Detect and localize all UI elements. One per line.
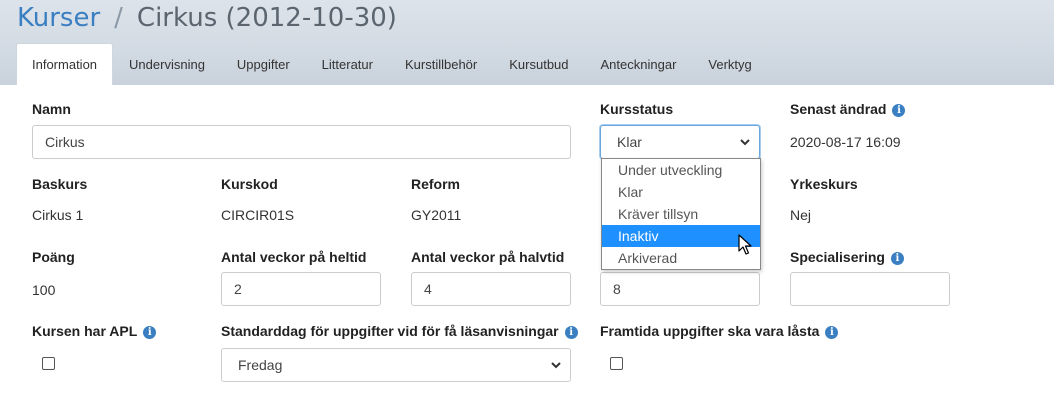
reform-value: GY2011 — [411, 207, 462, 223]
specialisering-label: Specialisering i — [790, 249, 904, 265]
apl-label-text: Kursen har APL — [32, 323, 138, 339]
kurskod-value: CIRCIR01S — [221, 207, 295, 223]
info-icon[interactable]: i — [890, 252, 904, 265]
yrkeskurs-value: Nej — [790, 207, 812, 223]
namn-input[interactable] — [32, 125, 571, 159]
page-title: Cirkus (2012-10-30) — [136, 3, 397, 33]
apl-label: Kursen har APL i — [32, 323, 157, 339]
tab-kursutbud[interactable]: Kursutbud — [493, 43, 584, 85]
option-kraver-tillsyn[interactable]: Kräver tillsyn — [602, 203, 760, 225]
page-header: Kurser / Cirkus (2012-10-30) Information… — [0, 0, 1054, 85]
info-icon[interactable]: i — [825, 326, 839, 339]
standarddag-label: Standarddag för uppgifter vid för få läs… — [221, 323, 578, 339]
apl-checkbox[interactable] — [42, 357, 55, 370]
reform-label: Reform — [411, 176, 461, 192]
specialisering-input[interactable] — [790, 272, 950, 306]
tab-litteratur[interactable]: Litteratur — [306, 43, 389, 85]
chevron-down-icon — [740, 139, 750, 146]
veckor-halvtid-label: Antal veckor på halvtid — [411, 249, 565, 265]
specialisering-label-text: Specialisering — [790, 249, 885, 265]
yrkeskurs-label: Yrkeskurs — [790, 176, 858, 192]
framtida-label: Framtida uppgifter ska vara låsta i — [600, 323, 839, 339]
breadcrumb: Kurser / Cirkus (2012-10-30) — [17, 0, 397, 36]
kursstatus-select[interactable]: Klar — [600, 125, 760, 159]
breadcrumb-separator: / — [114, 3, 123, 33]
kurskod-label: Kurskod — [221, 176, 278, 192]
tab-uppgifter[interactable]: Uppgifter — [221, 43, 306, 85]
baskurs-value: Cirkus 1 — [32, 207, 84, 223]
veckor-halvtid-input[interactable] — [411, 272, 571, 306]
standarddag-select[interactable]: Fredag — [221, 348, 571, 382]
info-icon[interactable]: i — [892, 104, 906, 117]
option-arkiverad[interactable]: Arkiverad — [602, 247, 760, 269]
baskurs-label: Baskurs — [32, 176, 88, 192]
tab-anteckningar[interactable]: Anteckningar — [585, 43, 693, 85]
option-klar[interactable]: Klar — [602, 181, 760, 203]
partially-hidden-input[interactable] — [600, 272, 760, 306]
senast-andrad-label: Senast ändrad i — [790, 101, 906, 117]
option-under-utveckling[interactable]: Under utveckling — [602, 159, 760, 181]
standarddag-label-text: Standarddag för uppgifter vid för få läs… — [221, 323, 559, 339]
veckor-heltid-label: Antal veckor på heltid — [221, 249, 367, 265]
chevron-down-icon — [551, 362, 561, 369]
option-inaktiv[interactable]: Inaktiv — [602, 225, 760, 247]
poang-value: 100 — [32, 282, 56, 298]
tab-bar: Information Undervisning Uppgifter Litte… — [16, 43, 768, 85]
framtida-checkbox[interactable] — [610, 357, 623, 370]
framtida-label-text: Framtida uppgifter ska vara låsta — [600, 323, 820, 339]
poang-label: Poäng — [32, 249, 75, 265]
namn-label: Namn — [32, 101, 71, 117]
breadcrumb-link-kurser[interactable]: Kurser — [17, 3, 100, 33]
kursstatus-dropdown-list: Under utveckling Klar Kräver tillsyn Ina… — [601, 158, 761, 270]
senast-andrad-value: 2020-08-17 16:09 — [790, 134, 901, 150]
standarddag-selected-value: Fredag — [238, 357, 283, 373]
tab-kurstillbehor[interactable]: Kurstillbehör — [389, 43, 493, 85]
tab-verktyg[interactable]: Verktyg — [692, 43, 767, 85]
tab-undervisning[interactable]: Undervisning — [113, 43, 221, 85]
mouse-pointer-icon — [738, 234, 752, 255]
kursstatus-selected-value: Klar — [617, 134, 642, 150]
senast-andrad-label-text: Senast ändrad — [790, 101, 887, 117]
tab-information[interactable]: Information — [16, 43, 114, 85]
veckor-heltid-input[interactable] — [221, 272, 381, 306]
info-icon[interactable]: i — [564, 326, 578, 339]
info-icon[interactable]: i — [143, 326, 157, 339]
kursstatus-label: Kursstatus — [600, 101, 674, 117]
